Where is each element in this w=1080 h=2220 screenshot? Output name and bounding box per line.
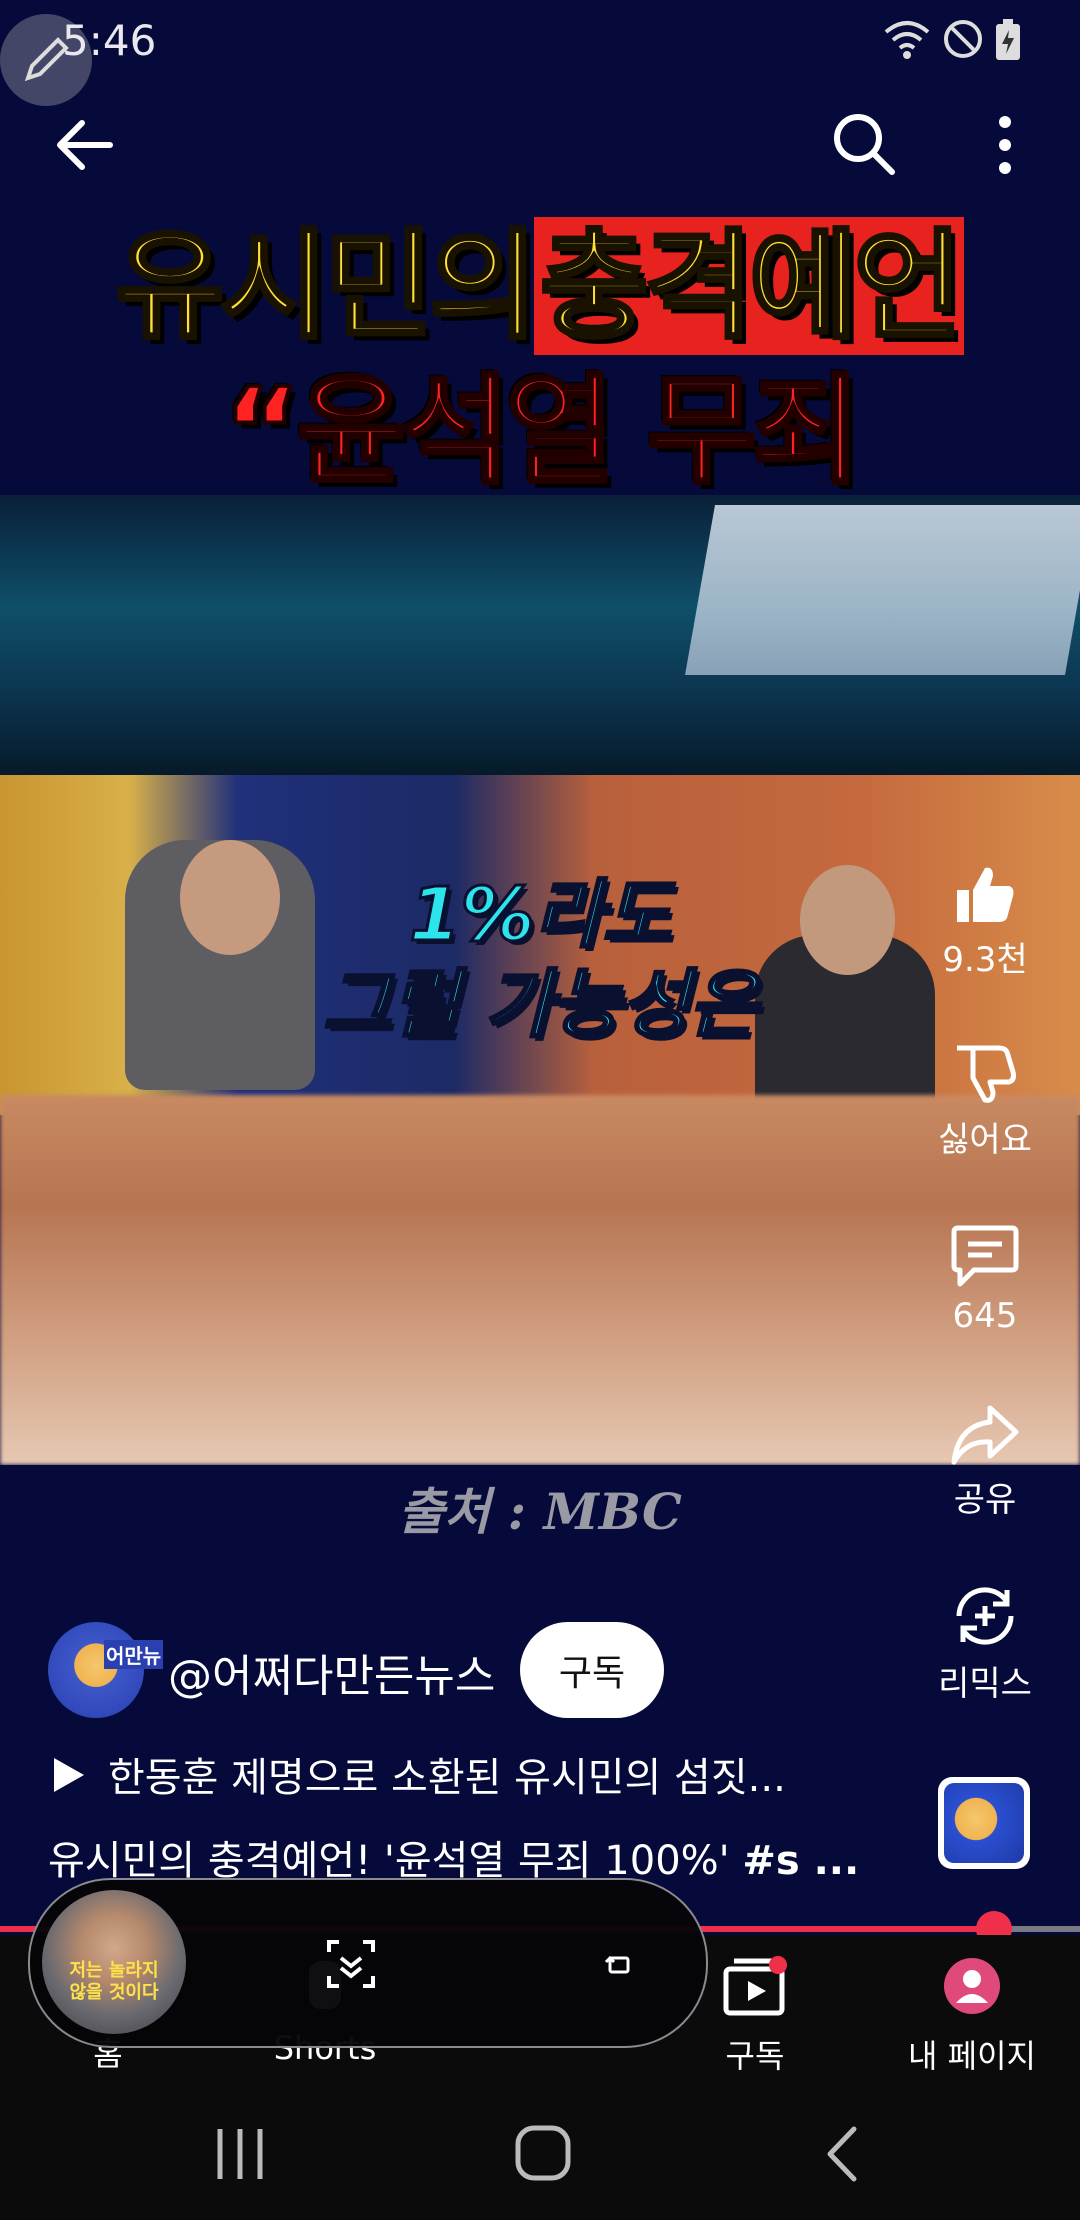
video-caption: 1%라도 그럴 가능성은: [300, 870, 780, 1050]
nav-subscriptions-label: 구독: [725, 2037, 785, 2075]
channel-name[interactable]: @어쩌다만든뉴스: [168, 1640, 495, 1704]
more-options-button[interactable]: [985, 112, 1025, 178]
back-button[interactable]: [52, 112, 118, 178]
channel-avatar-badge: 어만뉴: [104, 1640, 164, 1669]
search-button[interactable]: [830, 110, 898, 178]
wifi-icon: [882, 18, 932, 66]
battery-charging-icon: [994, 18, 1022, 66]
account-avatar-icon: [944, 1958, 1000, 2014]
share-label: 공유: [953, 1480, 1017, 1520]
home-system-button[interactable]: [515, 2125, 571, 2185]
rotate-screen-icon[interactable]: [604, 1950, 634, 1980]
remix-icon: [956, 1587, 1014, 1645]
caption-line-1: 1%라도: [408, 871, 673, 960]
subscribe-button[interactable]: 구독: [520, 1622, 664, 1718]
nav-my-page-label: 내 페이지: [908, 2037, 1036, 2075]
video-banner-title: 유시민의충격예언 “윤석열 무죄 100%”: [0, 180, 1080, 646]
remix-button[interactable]: 리믹스: [910, 1582, 1060, 1705]
playlist-link[interactable]: 한동훈 제명으로 소환된 유시민의 섬짓...: [50, 1745, 870, 1804]
share-arrow-icon: [951, 1405, 1019, 1465]
sound-source-thumbnail: [944, 1783, 1024, 1863]
host-left-head: [180, 840, 280, 955]
comment-count: 645: [952, 1296, 1018, 1336]
dislike-label: 싫어요: [938, 1120, 1032, 1160]
thumbs-down-icon: [957, 1045, 1016, 1103]
comment-icon: [951, 1225, 1019, 1287]
like-count: 9.3천: [942, 940, 1028, 980]
nav-my-page[interactable]: 내 페이지: [872, 1955, 1072, 2077]
host-right-head: [800, 865, 895, 975]
subscriptions-icon: [723, 1956, 787, 2016]
system-navigation-bar: [0, 2075, 1080, 2220]
caption-line-2: 그럴 가능성은: [321, 961, 758, 1050]
like-button[interactable]: 9.3천: [910, 862, 1060, 981]
pip-caption: 저는 놀라지 않을 것이다: [58, 1960, 170, 2004]
sound-source-button[interactable]: [938, 1777, 1030, 1869]
studio-signboard: [685, 505, 1080, 675]
channel-avatar[interactable]: [48, 1622, 144, 1718]
play-icon: [50, 1756, 86, 1804]
recent-apps-button[interactable]: [212, 2127, 268, 2185]
dislike-button[interactable]: 싫어요: [910, 1042, 1060, 1161]
scroll-capture-icon[interactable]: [325, 1938, 377, 1990]
status-time: 5:46: [62, 16, 157, 65]
back-system-button[interactable]: [822, 2125, 862, 2187]
comments-button[interactable]: 645: [910, 1222, 1060, 1336]
share-button[interactable]: 공유: [910, 1402, 1060, 1521]
pip-caption-line-2: 않을 것이다: [69, 1982, 159, 2003]
description-hashtag: #s ...: [742, 1838, 860, 1884]
do-not-disturb-icon: [942, 18, 984, 64]
playlist-title: 한동훈 제명으로 소환된 유시민의 섬짓...: [108, 1755, 786, 1801]
thumbs-up-icon: [957, 867, 1014, 922]
pip-caption-line-1: 저는 놀라지: [69, 1960, 159, 1981]
remix-label: 리믹스: [938, 1664, 1032, 1704]
